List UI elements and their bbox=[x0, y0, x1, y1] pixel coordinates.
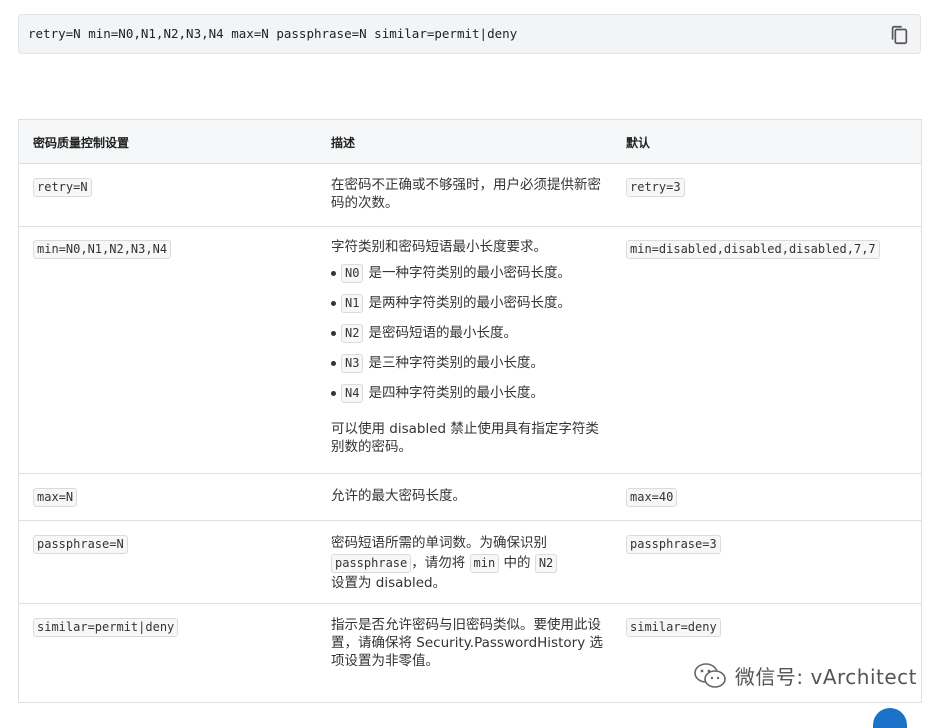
token-n0: N0 bbox=[341, 263, 364, 283]
default-token: similar=deny bbox=[626, 618, 721, 637]
bullet-text: 是四种字符类别的最小长度。 bbox=[368, 385, 544, 401]
row-description: 指示是否允许密码与旧密码类似。要使用此设置，请确保将 Security.Pass… bbox=[331, 617, 603, 669]
bullet-icon bbox=[331, 271, 336, 276]
bullet-icon bbox=[331, 391, 336, 396]
table-header-row: 密码质量控制设置 描述 默认 bbox=[19, 120, 921, 164]
row-description: 允许的最大密码长度。 bbox=[331, 488, 466, 504]
description-part: 设置为 disabled。 bbox=[331, 575, 447, 591]
setting-token: min=N0,N1,N2,N3,N4 bbox=[33, 240, 172, 259]
watermark-text: 微信号: vArchitect bbox=[734, 665, 917, 689]
setting-token: retry=N bbox=[33, 178, 92, 197]
default-token: retry=3 bbox=[626, 178, 685, 197]
table-row: retry=N 在密码不正确或不够强时，用户必须提供新密码的次数。 retry=… bbox=[19, 164, 921, 227]
list-item: N3 是三种字符类别的最小长度。 bbox=[331, 348, 606, 378]
row-description: 密码短语所需的单词数。为确保识别 passphrase ，请勿将 min 中的 N… bbox=[331, 533, 606, 593]
bullet-text: 是一种字符类别的最小密码长度。 bbox=[368, 265, 571, 281]
table-row: max=N 允许的最大密码长度。 max=40 bbox=[19, 474, 921, 521]
row-description: 字符类别和密码短语最小长度要求。 N0 是一种字符类别的最小密码长度。 N1 是两种… bbox=[331, 238, 606, 456]
bullet-icon bbox=[331, 361, 336, 366]
header-setting: 密码质量控制设置 bbox=[33, 136, 130, 150]
list-item: N4 是四种字符类别的最小长度。 bbox=[331, 378, 606, 408]
passphrase-token: passphrase bbox=[331, 554, 412, 573]
header-default: 默认 bbox=[626, 136, 651, 150]
settings-table: 密码质量控制设置 描述 默认 retry=N 在密码不正确或不够强时，用户必须提… bbox=[18, 119, 922, 703]
row-description: 在密码不正确或不够强时，用户必须提供新密码的次数。 bbox=[331, 177, 601, 211]
setting-token: similar=permit|deny bbox=[33, 618, 179, 637]
default-token: passphrase=3 bbox=[626, 535, 721, 554]
description-intro: 字符类别和密码短语最小长度要求。 bbox=[331, 239, 547, 255]
n2-token: N2 bbox=[534, 554, 558, 573]
bullet-text: 是两种字符类别的最小密码长度。 bbox=[368, 295, 571, 311]
description-part: ，请勿将 bbox=[411, 555, 466, 571]
description-outro: 可以使用 disabled 禁止使用具有指定字符类别数的密码。 bbox=[331, 421, 599, 455]
list-item: N0 是一种字符类别的最小密码长度。 bbox=[331, 258, 606, 288]
copy-icon[interactable] bbox=[888, 24, 910, 46]
description-part: 中的 bbox=[503, 555, 531, 571]
description-part: 密码短语所需的单词数。为确保识别 bbox=[331, 535, 547, 551]
bullet-icon bbox=[331, 301, 336, 306]
token-n1: N1 bbox=[341, 293, 364, 313]
bullet-icon bbox=[331, 331, 336, 336]
wechat-icon bbox=[694, 662, 726, 688]
watermark: 微信号: vArchitect bbox=[693, 661, 917, 690]
token-n3: N3 bbox=[341, 353, 364, 373]
code-text: retry=N min=N0,N1,N2,N3,N4 max=N passphr… bbox=[28, 26, 518, 41]
table-row: min=N0,N1,N2,N3,N4 字符类别和密码短语最小长度要求。 N0 是一… bbox=[19, 227, 921, 474]
bullet-text: 是密码短语的最小长度。 bbox=[368, 325, 517, 341]
floating-button-edge[interactable] bbox=[873, 708, 907, 728]
default-token: max=40 bbox=[626, 488, 678, 507]
token-n4: N4 bbox=[341, 383, 364, 403]
table-row: passphrase=N 密码短语所需的单词数。为确保识别 passphrase… bbox=[19, 521, 921, 604]
default-token: min=disabled,disabled,disabled,7,7 bbox=[626, 240, 880, 259]
setting-token: max=N bbox=[33, 488, 78, 507]
bullet-text: 是三种字符类别的最小长度。 bbox=[368, 355, 544, 371]
token-n2: N2 bbox=[341, 323, 364, 343]
list-item: N1 是两种字符类别的最小密码长度。 bbox=[331, 288, 606, 318]
setting-token: passphrase=N bbox=[33, 535, 128, 554]
code-block: retry=N min=N0,N1,N2,N3,N4 max=N passphr… bbox=[18, 14, 921, 54]
min-token: min bbox=[469, 554, 500, 573]
list-item: N2 是密码短语的最小长度。 bbox=[331, 318, 606, 348]
header-description: 描述 bbox=[331, 136, 356, 150]
